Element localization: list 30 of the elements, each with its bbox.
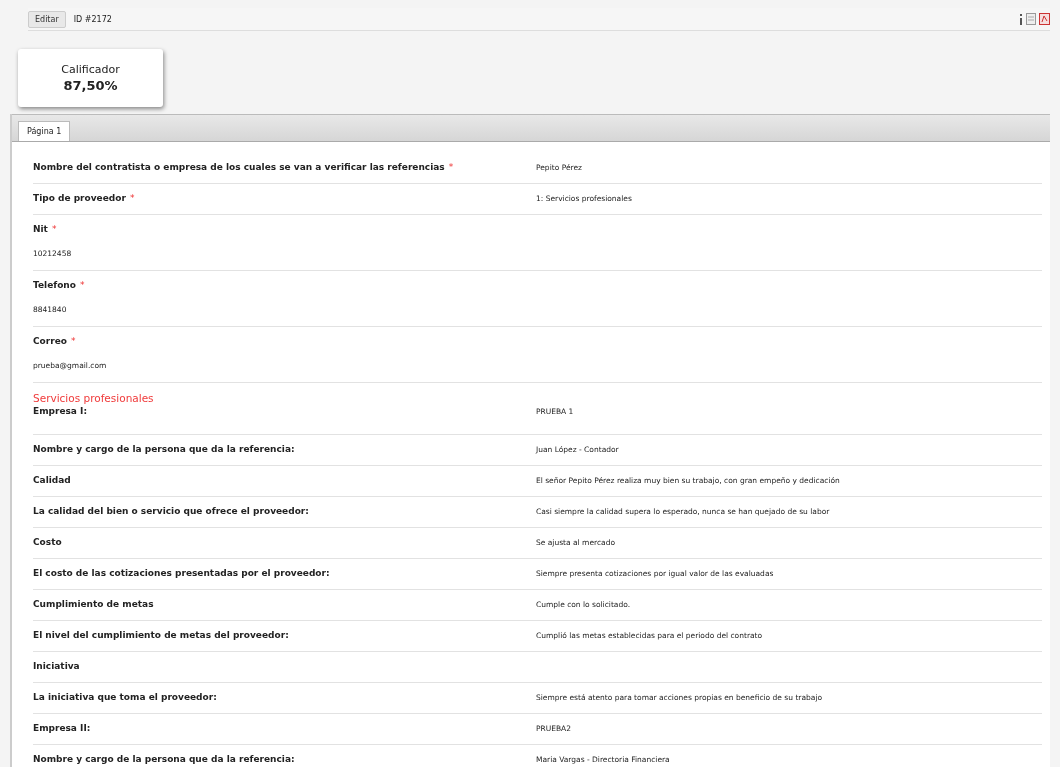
field-label: La calidad del bien o servicio que ofrece el proveedor: xyxy=(33,506,309,516)
field-label: El costo de las cotizaciones presentadas por el proveedor: xyxy=(33,568,330,578)
field-label: Nombre y cargo de la persona que da la referencia: xyxy=(33,444,295,454)
edit-button[interactable]: Editar xyxy=(28,10,66,28)
field-label: Nit xyxy=(33,224,48,234)
field-label: Tipo de proveedor xyxy=(33,193,126,203)
field-label: El nivel del cumplimiento de metas del proveedor: xyxy=(33,630,289,640)
required-mark: * xyxy=(51,224,57,234)
info-icon[interactable] xyxy=(1019,13,1023,25)
pdf-icon[interactable] xyxy=(1039,13,1050,25)
required-mark: * xyxy=(448,162,454,172)
field-label: Nombre y cargo de la persona que da la referencia: xyxy=(33,754,295,764)
required-mark: * xyxy=(79,280,85,290)
field-label: Correo xyxy=(33,336,67,346)
page-tab[interactable]: Página 1 xyxy=(18,121,71,141)
field-label: Calidad xyxy=(33,475,71,485)
field-label: Iniciativa xyxy=(33,661,80,671)
score-value: 87,50% xyxy=(63,78,118,93)
required-mark: * xyxy=(70,336,76,346)
required-mark: * xyxy=(129,193,135,203)
section-heading: Servicios profesionales xyxy=(33,391,155,404)
field-label: Cumplimiento de metas xyxy=(33,599,154,609)
score-title: Calificador xyxy=(61,63,120,76)
record-id: ID #2172 xyxy=(73,14,112,24)
field-label: Empresa II: xyxy=(33,723,91,733)
field-label: La iniciativa que toma el proveedor: xyxy=(33,692,217,702)
field-label: Empresa I: xyxy=(33,406,88,416)
field-label: Costo xyxy=(33,537,62,547)
field-label: Telefono xyxy=(33,280,76,290)
field-label: Nombre del contratista o empresa de los cuales se van a verificar las referencias xyxy=(33,162,445,172)
